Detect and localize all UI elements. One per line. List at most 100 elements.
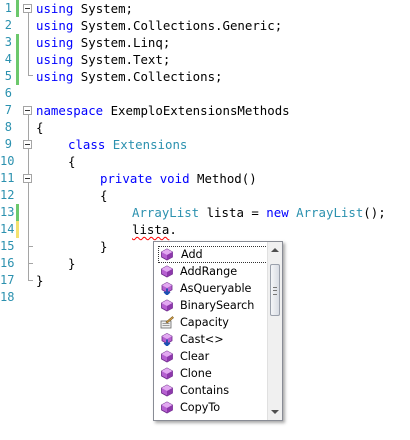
completion-item-label: Add	[181, 248, 203, 261]
completion-item-label: AddRange	[180, 265, 238, 278]
method-icon	[160, 265, 174, 278]
completion-item[interactable]: AddRange	[158, 263, 268, 280]
code-line[interactable]: 3 using System.Linq;	[0, 34, 410, 51]
change-marker-saved	[16, 204, 19, 221]
change-marker-saved	[16, 51, 19, 68]
code-line[interactable]: 5 using System.Collections;	[0, 68, 410, 85]
code-token: System;	[73, 1, 133, 16]
code-line[interactable]: 13 ArrayList lista = new ArrayList();	[0, 204, 410, 221]
completion-item-label: Capacity	[180, 316, 229, 329]
line-number: 6	[4, 86, 12, 100]
type-token: ArrayList	[132, 205, 200, 220]
line-number: 17	[0, 273, 15, 287]
line-number: 7	[4, 103, 12, 117]
completion-item-label: BinarySearch	[180, 299, 255, 312]
code-text: }	[68, 256, 76, 271]
completion-item[interactable]: Contains	[158, 382, 268, 399]
keyword-token: namespace	[36, 103, 104, 118]
extension-method-icon	[160, 333, 174, 347]
code-line[interactable]: 7 namespace ExemploExtensionsMethods	[0, 102, 410, 119]
type-token: Extensions	[112, 137, 188, 152]
code-text: using System;	[36, 0, 133, 17]
code-text: }	[36, 273, 44, 288]
completion-item-label: Cast<>	[180, 333, 224, 346]
extension-method-icon	[160, 282, 174, 296]
change-marker-saved	[16, 0, 19, 17]
keyword-token: using	[36, 69, 74, 84]
completion-item-label: AsQueryable	[180, 282, 252, 295]
line-number: 8	[4, 120, 12, 134]
scrollbar-thumb[interactable]	[270, 264, 280, 316]
code-text: }	[100, 239, 108, 254]
completion-item[interactable]: Cast<>	[158, 331, 268, 348]
method-icon	[160, 384, 174, 397]
code-text: private void Method()	[100, 170, 257, 187]
code-token: .	[169, 222, 177, 237]
code-token: System.Collections.Generic;	[73, 18, 283, 33]
keyword-token: void	[159, 171, 190, 186]
line-number: 13	[0, 205, 15, 219]
code-token: ExemploExtensionsMethods	[103, 103, 290, 118]
code-line[interactable]: 9 class Extensions	[0, 136, 410, 153]
completion-scrollbar[interactable]	[267, 242, 282, 420]
code-line[interactable]: 12 {	[0, 187, 410, 204]
completion-item[interactable]: BinarySearch	[158, 297, 268, 314]
code-token: Method()	[189, 171, 257, 186]
completion-item-label: Clear	[180, 350, 210, 363]
code-token: ();	[363, 205, 386, 220]
code-text: ArrayList lista = new ArrayList();	[132, 204, 386, 221]
change-marker-unsaved	[16, 221, 19, 238]
code-line[interactable]: 11 private void Method()	[0, 170, 410, 187]
code-text: namespace ExemploExtensionsMethods	[36, 102, 290, 119]
code-token: System.Linq;	[73, 35, 171, 50]
intellisense-completion-list[interactable]: Add AddRange AsQueryable BinarySearch Capaci…	[153, 241, 283, 421]
code-text: {	[36, 120, 44, 135]
code-line[interactable]: 1 using System;	[0, 0, 410, 17]
completion-item-label: Contains	[180, 384, 230, 397]
line-number: 11	[0, 171, 15, 185]
code-line[interactable]: 10 {	[0, 153, 410, 170]
keyword-token: class	[68, 137, 106, 152]
code-line-current[interactable]: 14 lista.	[0, 221, 410, 238]
property-icon	[160, 316, 174, 329]
code-line[interactable]: 8 {	[0, 119, 410, 136]
keyword-token: new	[266, 205, 289, 220]
completion-item[interactable]: CopyTo	[158, 399, 268, 416]
completion-item[interactable]: Clone	[158, 365, 268, 382]
code-text: using System.Collections.Generic;	[36, 17, 282, 34]
method-icon	[160, 401, 174, 414]
line-number: 1	[4, 1, 12, 15]
completion-item[interactable]: Capacity	[158, 314, 268, 331]
completion-item[interactable]: AsQueryable	[158, 280, 268, 297]
completion-item-label: CopyTo	[180, 401, 221, 414]
code-text: using System.Linq;	[36, 34, 170, 51]
code-text: class Extensions	[68, 136, 187, 153]
line-number: 12	[0, 188, 15, 202]
line-number: 16	[0, 256, 15, 270]
completion-item-label: Clone	[180, 367, 212, 380]
line-number: 9	[4, 137, 12, 151]
code-line[interactable]: 4 using System.Text;	[0, 51, 410, 68]
type-token: ArrayList	[296, 205, 364, 220]
keyword-token: using	[36, 18, 74, 33]
keyword-token: private	[100, 171, 153, 186]
code-text: using System.Text;	[36, 51, 170, 68]
scroll-up-arrow-icon[interactable]	[271, 248, 279, 252]
completion-item[interactable]: Clear	[158, 348, 268, 365]
line-number: 2	[4, 18, 12, 32]
line-number: 5	[4, 69, 12, 83]
keyword-token: using	[36, 52, 74, 67]
error-token: lista	[132, 222, 170, 237]
code-text: using System.Collections;	[36, 68, 223, 85]
code-line[interactable]: 2 using System.Collections.Generic;	[0, 17, 410, 34]
completion-item-selected[interactable]: Add	[158, 246, 268, 263]
code-token: lista =	[199, 205, 267, 220]
grip-icon	[273, 287, 277, 295]
change-marker-saved	[16, 68, 19, 85]
code-text: {	[100, 188, 108, 203]
code-line[interactable]: 6	[0, 85, 410, 102]
method-icon	[160, 350, 174, 363]
line-number: 3	[4, 35, 12, 49]
scroll-down-arrow-icon[interactable]	[271, 410, 279, 414]
line-number: 4	[4, 52, 12, 66]
